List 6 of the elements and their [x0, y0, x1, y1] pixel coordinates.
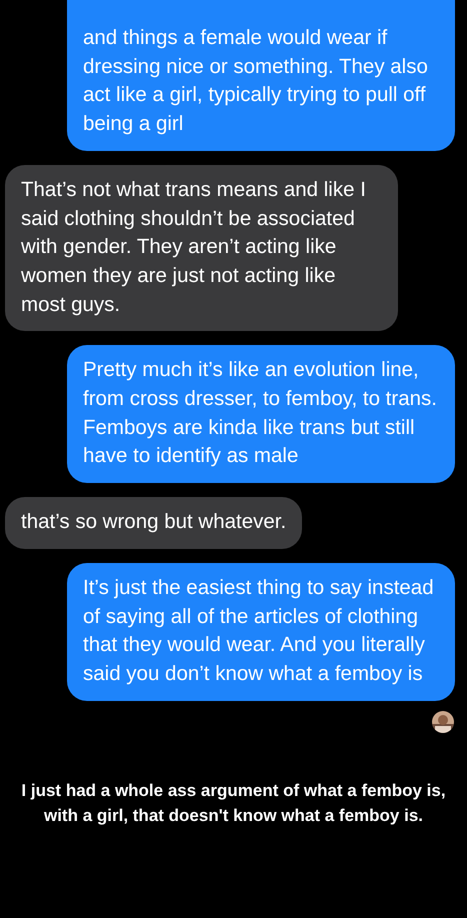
caption-text: I just had a whole ass argument of what a femboy is, with a girl, that doesn't know what a femboy is. — [20, 780, 447, 827]
message-bubble: that’s so wrong but whatever. — [5, 497, 302, 549]
message-bubble: Pretty much it’s like an evolution line, from cross dresser, to femboy, to trans. Femboys are kinda like trans but still have to identify as male — [67, 345, 455, 484]
message-bubble: That’s not what trans means and like I said clothing shouldn’t be associated with gender. They aren’t acting like women they are just not acting like most guys. — [5, 164, 398, 332]
message-bubble: It’s just the easiest thing to say instead of saying all of the articles of clothing that they would wear. And you literally said you don’t know what a femboy is — [67, 562, 455, 701]
message-bubble: and things a female would wear if dressing nice or something. They also act like a girl, typically trying to pull off being a girl — [67, 0, 455, 151]
